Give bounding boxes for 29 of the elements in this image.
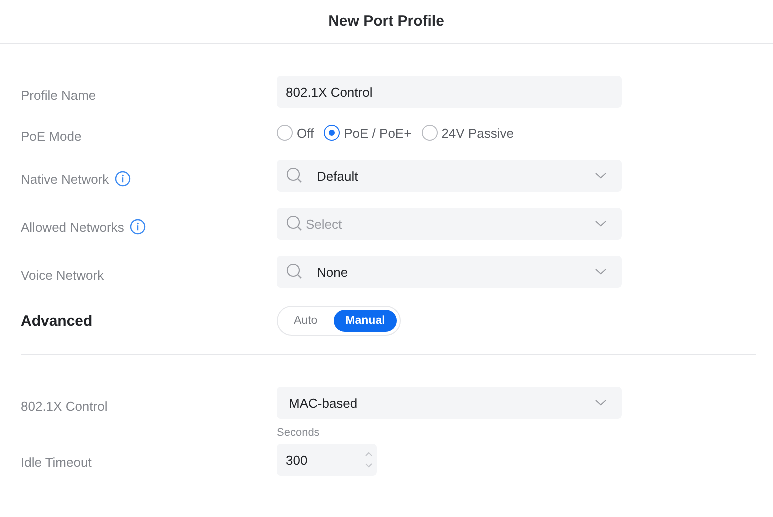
- field-label: Profile Name: [21, 88, 96, 102]
- radio-button[interactable]: [422, 125, 438, 141]
- text-field[interactable]: 802.1X Control: [277, 76, 622, 108]
- radio-label: PoE / PoE+: [344, 126, 412, 140]
- chevron-down-icon: [595, 220, 607, 228]
- dropdown[interactable]: MAC-based: [277, 387, 622, 419]
- field-label: Voice Network: [21, 268, 104, 282]
- field-label: Idle Timeout: [21, 455, 92, 470]
- dropdown[interactable]: None: [277, 256, 622, 288]
- field-label: Native Network: [21, 172, 110, 186]
- dialog-title: New Port Profile: [328, 13, 444, 30]
- field-label: PoE Mode: [21, 128, 82, 144]
- unit-label: Seconds: [277, 427, 321, 439]
- field-label: Allowed Networks: [21, 220, 124, 234]
- radio-button[interactable]: [277, 125, 293, 141]
- mode-option[interactable]: Manual: [334, 310, 398, 332]
- info-icon[interactable]: [115, 171, 132, 187]
- radio-label: 24V Passive: [442, 126, 514, 140]
- dropdown[interactable]: Default: [277, 160, 622, 192]
- radio-button[interactable]: [324, 125, 340, 141]
- field-label: 802.1X Control: [21, 398, 108, 414]
- mode-option[interactable]: Auto: [282, 310, 330, 332]
- section-title: Advanced: [21, 312, 94, 330]
- chevron-down-icon: [595, 399, 607, 407]
- number-field[interactable]: 300: [277, 444, 377, 476]
- radio-label: Off: [297, 126, 314, 140]
- chevron-down-icon: [595, 268, 607, 276]
- chevron-down-icon: [595, 172, 607, 180]
- info-icon[interactable]: [130, 219, 146, 235]
